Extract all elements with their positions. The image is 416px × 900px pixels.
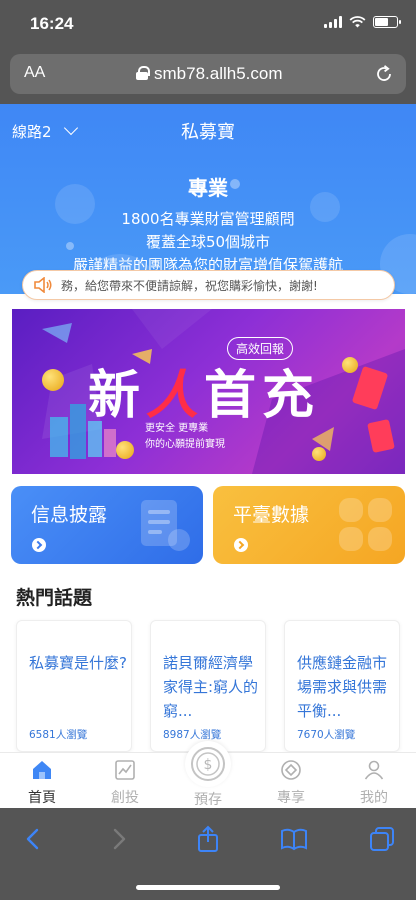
reload-icon[interactable] — [374, 64, 394, 84]
wifi-icon — [349, 16, 366, 28]
topic-views: 6581人瀏覽 — [29, 729, 88, 741]
tab-label: 專享 — [277, 790, 305, 806]
page-title: 私募寶 — [181, 122, 235, 143]
status-time: 16:24 — [30, 14, 74, 33]
topic-views: 7670人瀏覽 — [297, 729, 356, 741]
grid-icon — [339, 498, 392, 551]
forward-icon[interactable] — [104, 825, 132, 853]
user-icon — [364, 760, 384, 780]
cellular-signal-icon — [324, 16, 342, 28]
svg-text:$: $ — [204, 757, 213, 773]
platform-data-card[interactable]: 平臺數據 — [213, 486, 405, 564]
header-line-1: 1800名專業財富管理顧問 — [121, 210, 295, 228]
topic-title: 私募寶是什麼? — [29, 654, 127, 672]
status-bar: 16:24 — [0, 0, 416, 50]
back-icon[interactable] — [20, 825, 48, 853]
battery-icon — [373, 16, 401, 28]
status-icons — [324, 16, 401, 28]
tab-home[interactable]: 首頁 — [12, 759, 72, 807]
coin-icon — [312, 447, 326, 461]
banner-title: 新人首充 — [88, 366, 321, 426]
topic-card[interactable]: 諾貝爾經濟學家得主:窮人的窮... 8987人瀏覽 — [150, 620, 266, 752]
card-title: 信息披露 — [31, 504, 108, 526]
diamond-icon — [281, 760, 301, 780]
topic-views: 8987人瀏覽 — [163, 729, 222, 741]
topic-title: 供應鏈金融市場需求與供需平衡... — [297, 654, 388, 720]
topic-card[interactable]: 私募寶是什麼? 6581人瀏覽 — [16, 620, 132, 752]
tab-label: 首頁 — [28, 790, 56, 806]
text-size-button[interactable]: AA — [24, 64, 45, 82]
home-indicator — [136, 885, 280, 890]
info-disclosure-card[interactable]: 信息披露 — [11, 486, 203, 564]
bookmarks-icon[interactable] — [280, 825, 308, 853]
dollar-coin-icon: $ — [185, 741, 231, 787]
banner-subtitle-1: 更安全 更專業 — [145, 423, 209, 434]
browser-address-area: AA smb78.allh5.com — [0, 50, 416, 104]
header-headline: 專業 — [188, 176, 228, 200]
chart-icon — [115, 760, 135, 780]
lock-icon — [136, 66, 150, 80]
coin-icon — [42, 369, 64, 391]
page-header: 線路2 私募寶 專業 1800名專業財富管理顧問 覆蓋全球50個城市 嚴謹精益的… — [0, 104, 416, 294]
tab-exclusive[interactable]: 專享 — [261, 759, 321, 807]
card-title: 平臺數據 — [233, 504, 310, 526]
arrow-right-icon — [234, 538, 248, 552]
address-bar[interactable]: AA smb78.allh5.com — [10, 54, 406, 94]
tab-label: 預存 — [194, 792, 222, 808]
announcement-text: 務，給您帶來不便請諒解，祝您購彩愉快，謝謝! — [61, 278, 318, 293]
coin-icon — [342, 357, 358, 373]
banner-subtitle-2: 你的心願提前實現 — [145, 439, 225, 450]
tab-deposit[interactable]: $ 預存 — [178, 741, 238, 809]
tabs-icon[interactable] — [368, 825, 396, 853]
header-line-2: 覆蓋全球50個城市 — [145, 233, 271, 251]
tab-profile[interactable]: 我的 — [344, 759, 404, 807]
tab-label: 創投 — [111, 790, 139, 806]
url-text[interactable]: smb78.allh5.com — [154, 64, 283, 84]
speaker-icon — [34, 277, 52, 293]
tab-label: 我的 — [360, 790, 388, 806]
topic-title: 諾貝爾經濟學家得主:窮人的窮... — [163, 654, 259, 720]
announcement-bar[interactable]: 務，給您帶來不便請諒解，祝您購彩愉快，謝謝! — [22, 270, 395, 300]
coin-icon — [116, 441, 134, 459]
arrow-right-icon — [32, 538, 46, 552]
topic-card[interactable]: 供應鏈金融市場需求與供需平衡... 7670人瀏覽 — [284, 620, 400, 752]
promo-banner[interactable]: 高效回報 新人首充 更安全 更專業 你的心願提前實現 — [12, 309, 405, 474]
tab-venture[interactable]: 創投 — [95, 759, 155, 807]
section-title: 熱門話題 — [16, 587, 93, 609]
bottom-tab-bar: 首頁 創投 $ 預存 專享 我的 — [0, 741, 416, 808]
home-icon — [33, 761, 51, 779]
document-icon — [141, 500, 190, 551]
share-icon[interactable] — [194, 825, 222, 853]
